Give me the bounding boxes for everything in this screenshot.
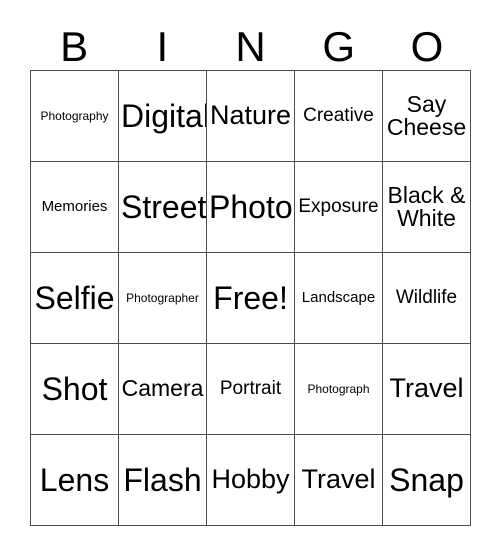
bingo-cell[interactable]: Snap <box>382 434 471 526</box>
bingo-cell[interactable]: Street <box>118 161 207 253</box>
bingo-cell-label: Shot <box>41 370 108 407</box>
bingo-cell[interactable]: Travel <box>294 434 383 526</box>
bingo-cell[interactable]: Flash <box>118 434 207 526</box>
bingo-cell[interactable]: Nature <box>206 70 295 162</box>
bingo-cell-label: Travel <box>389 373 464 404</box>
bingo-cell-label: Memories <box>41 198 108 216</box>
bingo-cell-label: Black & White <box>387 181 466 231</box>
bingo-cell[interactable]: Photographer <box>118 252 207 344</box>
bingo-cell[interactable]: Black & White <box>382 161 471 253</box>
bingo-cell-label: Camera <box>121 375 204 402</box>
bingo-cell-label: Nature <box>209 100 292 131</box>
bingo-row: Selfie Photographer Free! Landscape Wild… <box>30 252 471 344</box>
bingo-cell[interactable]: Exposure <box>294 161 383 253</box>
bingo-cell[interactable]: Wildlife <box>382 252 471 344</box>
bingo-cell-label: Photo <box>209 188 293 225</box>
bingo-cell-label: Say Cheese <box>386 90 467 140</box>
bingo-cell[interactable]: Portrait <box>206 343 295 435</box>
bingo-card: B I N G O Photography Digital Nature Cre… <box>30 14 471 526</box>
bingo-cell-label: Street <box>121 188 207 225</box>
bingo-row: Photography Digital Nature Creative Say … <box>30 70 471 162</box>
bingo-cell[interactable]: Memories <box>30 161 119 253</box>
bingo-cell[interactable]: Say Cheese <box>382 70 471 162</box>
bingo-header-letter-o: O <box>410 23 444 70</box>
bingo-cell-label: Creative <box>303 105 374 127</box>
bingo-cell[interactable]: Hobby <box>206 434 295 526</box>
bingo-cell[interactable]: Lens <box>30 434 119 526</box>
bingo-cell-label: Selfie <box>34 279 115 316</box>
bingo-cell[interactable]: Shot <box>30 343 119 435</box>
bingo-cell-label: Exposure <box>298 196 379 218</box>
bingo-header-letter-i: I <box>156 23 169 70</box>
bingo-cell-label: Snap <box>389 461 464 498</box>
bingo-cell-free[interactable]: Free! <box>206 252 295 344</box>
bingo-cell[interactable]: Photograph <box>294 343 383 435</box>
bingo-cell-label: Photographer <box>126 290 199 305</box>
bingo-cell-label: Photograph <box>307 381 370 396</box>
bingo-header-letter-g: G <box>322 23 356 70</box>
bingo-cell-label: Wildlife <box>395 287 458 309</box>
bingo-cell[interactable]: Selfie <box>30 252 119 344</box>
bingo-cell-label: Hobby <box>211 464 290 495</box>
bingo-cell-label: Digital <box>121 97 207 134</box>
bingo-cell[interactable]: Digital <box>118 70 207 162</box>
bingo-cell-label: Travel <box>301 464 376 495</box>
bingo-row: Lens Flash Hobby Travel Snap <box>30 434 471 526</box>
bingo-cell[interactable]: Creative <box>294 70 383 162</box>
bingo-header-letter-b: B <box>60 23 89 70</box>
bingo-cell-label: Flash <box>123 461 202 498</box>
bingo-cell-label: Free! <box>213 279 288 316</box>
bingo-header: B I N G O <box>30 14 471 70</box>
bingo-header-letter-n: N <box>235 23 266 70</box>
bingo-cell[interactable]: Camera <box>118 343 207 435</box>
bingo-cell-label: Portrait <box>219 378 282 400</box>
bingo-cell-label: Landscape <box>301 289 376 307</box>
bingo-cell[interactable]: Travel <box>382 343 471 435</box>
bingo-cell[interactable]: Photo <box>206 161 295 253</box>
bingo-cell-label: Lens <box>39 461 110 498</box>
bingo-cell[interactable]: Landscape <box>294 252 383 344</box>
bingo-cell-label: Photography <box>40 108 109 123</box>
bingo-grid: Photography Digital Nature Creative Say … <box>30 70 471 526</box>
bingo-row: Shot Camera Portrait Photograph Travel <box>30 343 471 435</box>
bingo-cell[interactable]: Photography <box>30 70 119 162</box>
bingo-row: Memories Street Photo Exposure Black & W… <box>30 161 471 253</box>
